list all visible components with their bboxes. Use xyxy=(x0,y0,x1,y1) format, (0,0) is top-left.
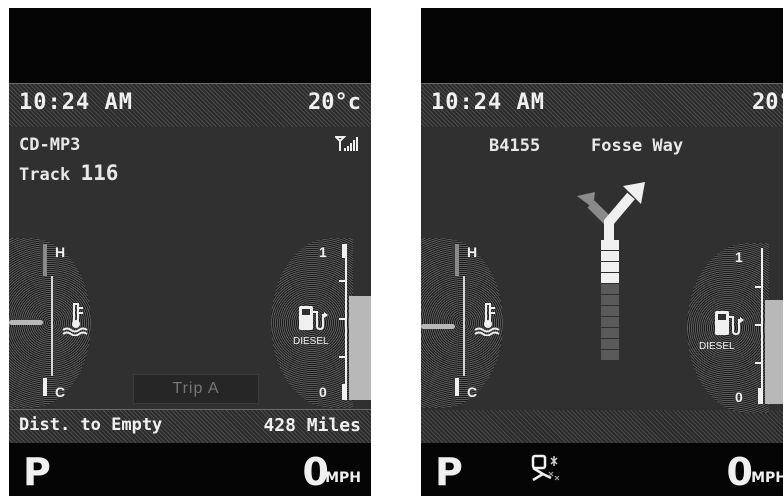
track-label: Track xyxy=(19,165,71,185)
signal-strength-icon xyxy=(335,136,358,151)
gauge-scale-top xyxy=(43,244,47,276)
fuel-empty-label: 0 xyxy=(735,389,743,405)
progress-segment xyxy=(601,262,619,272)
gauge-hot-label: H xyxy=(55,244,66,260)
cluster-display-navigation: 10:24 AM 20°c B4155 Fosse Way H C xyxy=(421,8,783,496)
gauge-bracket xyxy=(457,276,465,376)
fuel-pump-icon xyxy=(715,311,744,336)
gauge-cold-label: C xyxy=(467,384,478,400)
cluster-display-audio: 10:24 AM 20°c CD-MP3 Track 116 H C Trip … xyxy=(9,8,371,496)
track-info: Track 116 xyxy=(19,161,118,185)
speed-unit: MPH xyxy=(325,470,361,486)
outside-temperature: 20°c xyxy=(752,90,783,115)
gauge-hot-label: H xyxy=(467,244,478,260)
fuel-tick xyxy=(755,286,761,288)
fuel-tick xyxy=(339,356,345,358)
fuel-type-label: DIESEL xyxy=(699,341,735,352)
progress-segment xyxy=(601,350,619,360)
gauge-scale-bottom xyxy=(43,378,47,396)
speed-unit: MPH xyxy=(751,470,783,486)
road-name: Fosse Way xyxy=(591,136,684,156)
trip-a-button[interactable]: Trip A xyxy=(133,374,259,404)
speed-value: 0 xyxy=(726,450,753,494)
fuel-full-label: 1 xyxy=(319,244,327,260)
road-number: B4155 xyxy=(489,136,541,156)
progress-segment xyxy=(601,328,619,338)
coolant-needle xyxy=(421,324,455,329)
distance-to-empty-value: 428 Miles xyxy=(263,415,361,436)
progress-segment xyxy=(601,306,619,316)
progress-segment xyxy=(601,339,619,349)
gear-indicator: P xyxy=(435,450,463,494)
gauge-bracket xyxy=(45,276,53,376)
fuel-scale-bottom xyxy=(758,388,761,404)
fuel-scale-top xyxy=(342,244,345,258)
clock: 10:24 AM xyxy=(431,90,545,115)
gauge-cold-label: C xyxy=(55,384,66,400)
coolant-needle xyxy=(9,320,43,325)
coolant-temperature-icon xyxy=(474,303,500,336)
seat-climate-icon xyxy=(531,454,560,482)
fuel-scale-bottom xyxy=(342,384,345,400)
fuel-full-label: 1 xyxy=(735,249,743,265)
fuel-pump-icon xyxy=(299,306,328,331)
fuel-scale xyxy=(345,244,347,400)
fuel-tick xyxy=(755,324,761,326)
fuel-level-bar xyxy=(765,300,783,404)
distance-to-empty-label: Dist. to Empty xyxy=(19,415,163,435)
progress-segment xyxy=(601,295,619,305)
fuel-empty-label: 0 xyxy=(319,384,327,400)
fuel-scale xyxy=(761,248,763,404)
fuel-tick xyxy=(339,280,345,282)
progress-segment xyxy=(601,240,619,250)
gear-indicator: P xyxy=(23,450,51,494)
gauge-scale-bottom xyxy=(455,378,459,396)
progress-segment xyxy=(601,317,619,327)
lower-bar xyxy=(421,410,783,443)
fuel-level-bar xyxy=(349,296,371,400)
outside-temperature: 20°c xyxy=(308,90,361,115)
progress-segment xyxy=(601,251,619,261)
audio-source: CD-MP3 xyxy=(19,135,81,155)
gauge-scale-top xyxy=(455,244,459,276)
clock: 10:24 AM xyxy=(19,90,133,115)
fuel-type-label: DIESEL xyxy=(293,336,329,347)
coolant-temperature-icon xyxy=(62,303,88,336)
fuel-tick xyxy=(755,362,761,364)
track-number: 116 xyxy=(80,161,119,185)
progress-segment xyxy=(601,273,619,283)
fuel-tick xyxy=(339,318,345,320)
progress-segment xyxy=(601,284,619,294)
junction-turn-right-icon xyxy=(577,182,645,244)
